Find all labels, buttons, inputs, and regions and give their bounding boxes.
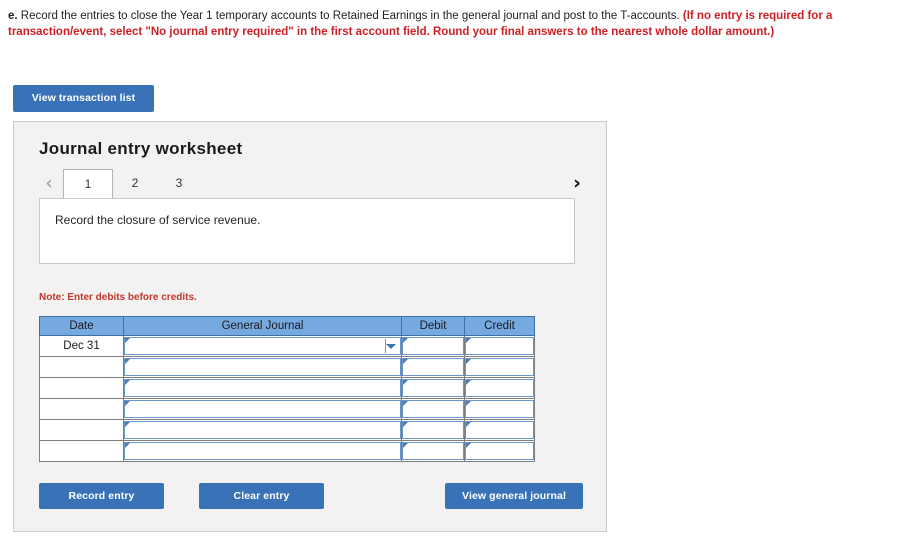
tab-entry-2[interactable]: 2 [113,169,157,198]
debit-input-5[interactable] [402,421,464,439]
cell-credit-6[interactable] [464,440,535,462]
cell-date-1: Dec 31 [39,335,124,357]
table-row [39,440,535,462]
cell-credit-2[interactable] [464,356,535,378]
cell-debit-1[interactable] [401,335,465,357]
account-input-2[interactable] [124,358,401,376]
entry-description-box: Record the closure of service revenue. [39,198,575,264]
table-row [39,419,535,441]
cell-date-6 [39,440,124,462]
next-entry-chevron-icon[interactable]: › [567,169,587,198]
credit-input-6[interactable] [465,442,534,460]
entry-description-text: Record the closure of service revenue. [55,213,261,227]
table-header-row: Date General Journal Debit Credit [39,316,535,336]
account-select-1[interactable] [124,337,401,355]
column-header-credit: Credit [464,316,535,336]
credit-input-1[interactable] [465,337,534,355]
cell-date-4 [39,398,124,420]
table-row [39,377,535,399]
cell-credit-3[interactable] [464,377,535,399]
table-row: Dec 31 [39,335,535,357]
cell-credit-5[interactable] [464,419,535,441]
clear-entry-button[interactable]: Clear entry [199,483,324,509]
cell-date-3 [39,377,124,399]
prompt-normal-text: Record the entries to close the Year 1 t… [17,10,683,22]
account-input-4[interactable] [124,400,401,418]
debit-input-2[interactable] [402,358,464,376]
credit-input-4[interactable] [465,400,534,418]
select-divider [385,339,386,353]
view-transaction-list-button[interactable]: View transaction list [13,85,154,112]
column-header-debit: Debit [401,316,465,336]
cell-general-journal-3[interactable] [123,377,402,399]
cell-debit-4[interactable] [401,398,465,420]
column-header-general-journal: General Journal [123,316,402,336]
column-header-date: Date [39,316,124,336]
debit-input-6[interactable] [402,442,464,460]
credit-input-3[interactable] [465,379,534,397]
account-input-3[interactable] [124,379,401,397]
cell-date-2 [39,356,124,378]
prompt-item-letter: e. [8,10,18,22]
worksheet-tabstrip: ‹ 1 2 3 › [39,169,587,198]
cell-general-journal-6[interactable] [123,440,402,462]
account-input-6[interactable] [124,442,401,460]
debits-before-credits-note: Note: Enter debits before credits. [39,292,197,303]
worksheet-title: Journal entry worksheet [39,139,243,158]
record-entry-button[interactable]: Record entry [39,483,164,509]
cell-credit-4[interactable] [464,398,535,420]
debit-input-3[interactable] [402,379,464,397]
credit-input-2[interactable] [465,358,534,376]
table-row [39,356,535,378]
cell-debit-6[interactable] [401,440,465,462]
cell-debit-3[interactable] [401,377,465,399]
question-prompt: e. Record the entries to close the Year … [8,8,898,40]
cell-general-journal-2[interactable] [123,356,402,378]
cell-credit-1[interactable] [464,335,535,357]
cell-general-journal-5[interactable] [123,419,402,441]
previous-entry-chevron-icon[interactable]: ‹ [39,169,59,198]
debit-input-1[interactable] [402,337,464,355]
cell-date-5 [39,419,124,441]
table-row [39,398,535,420]
debit-input-4[interactable] [402,400,464,418]
tab-entry-3[interactable]: 3 [157,169,201,198]
journal-entry-worksheet-panel: Journal entry worksheet ‹ 1 2 3 › Record… [13,121,607,532]
account-input-5[interactable] [124,421,401,439]
cell-debit-2[interactable] [401,356,465,378]
cell-debit-5[interactable] [401,419,465,441]
view-general-journal-button[interactable]: View general journal [445,483,583,509]
credit-input-5[interactable] [465,421,534,439]
journal-entry-table: Date General Journal Debit Credit Dec 31 [39,316,535,462]
cell-general-journal-4[interactable] [123,398,402,420]
tab-entry-1[interactable]: 1 [63,169,113,198]
cell-general-journal-1[interactable] [123,335,402,357]
